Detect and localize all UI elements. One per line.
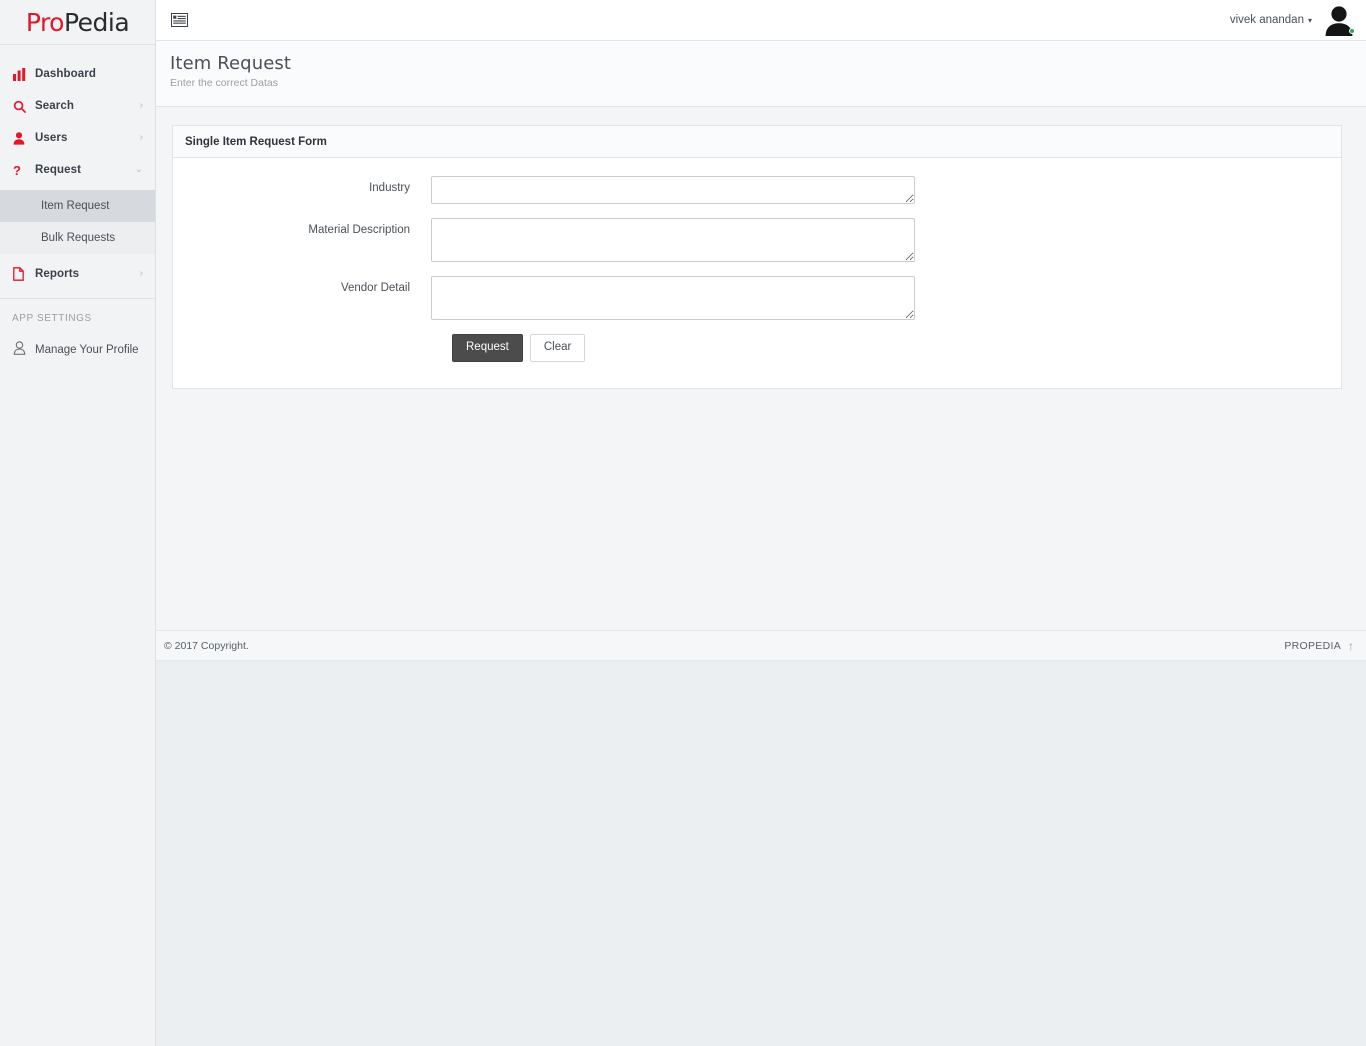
search-icon: [13, 100, 35, 113]
sidebar-item-users[interactable]: Users ›: [0, 122, 155, 154]
sidebar-item-reports[interactable]: Reports ›: [0, 258, 155, 290]
avatar[interactable]: [1322, 3, 1356, 37]
sidebar-nav: Dashboard Search › Users › ? Request ⌄ I…: [0, 45, 155, 366]
clear-button[interactable]: Clear: [529, 334, 586, 362]
bar-chart-icon: [13, 67, 35, 81]
sidebar-item-search[interactable]: Search ›: [0, 90, 155, 122]
app-logo[interactable]: ProPedia: [0, 0, 155, 45]
vendor-detail-field-wrap: [431, 276, 915, 320]
form-row-vendor-detail: Vendor Detail: [173, 276, 1341, 320]
logo-pro-text: Pro: [25, 7, 65, 37]
sidebar-item-label: Search: [35, 100, 74, 112]
industry-label: Industry: [369, 182, 410, 194]
chevron-right-icon: ›: [139, 132, 143, 143]
sidebar-subitem-label: Item Request: [41, 200, 110, 212]
footer-brand-label: PROPEDIA: [1284, 639, 1341, 652]
sidebar-section-title: APP SETTINGS: [12, 313, 92, 324]
sidebar: ProPedia Dashboard Search › Users › ? Re…: [0, 0, 156, 1046]
person-outline-icon: [13, 340, 35, 360]
chevron-right-icon: ›: [139, 268, 143, 279]
question-mark-icon: ?: [13, 162, 21, 178]
sidebar-item-dashboard[interactable]: Dashboard: [0, 58, 155, 90]
main-content: Single Item Request Form Industry Materi…: [156, 107, 1366, 630]
status-badge: [1349, 28, 1355, 34]
chevron-down-icon: ⌄: [134, 164, 143, 175]
sidebar-item-label: Manage Your Profile: [35, 344, 139, 356]
page-subtitle: Enter the correct Datas: [170, 77, 278, 89]
form-row-material-description: Material Description: [173, 218, 1341, 262]
material-description-field-wrap: [431, 218, 915, 262]
footer-right: PROPEDIA ↑: [1284, 640, 1354, 652]
panel-title: Single Item Request Form: [185, 135, 327, 148]
material-description-input[interactable]: [431, 218, 915, 262]
sidebar-subitem-item-request[interactable]: Item Request: [0, 190, 155, 222]
form-actions: Request Clear: [452, 334, 1341, 362]
vendor-detail-input[interactable]: [431, 276, 915, 320]
logo-pedia-text: Pedia: [63, 7, 130, 37]
document-icon: [13, 267, 35, 281]
chevron-right-icon: ›: [139, 100, 143, 111]
page-header: Item Request Enter the correct Datas: [156, 41, 1366, 107]
form-row-industry: Industry: [173, 176, 1341, 204]
material-description-label: Material Description: [308, 224, 410, 236]
panel-body: Industry Material Description Vendor Det…: [173, 158, 1341, 388]
industry-input[interactable]: [431, 176, 915, 204]
sidebar-item-manage-profile[interactable]: Manage Your Profile: [0, 334, 155, 366]
user-name-label[interactable]: vivek anandan: [1230, 14, 1304, 26]
sidebar-item-label: Request: [35, 164, 82, 176]
vendor-detail-label: Vendor Detail: [340, 282, 410, 294]
sidebar-subitem-label: Bulk Requests: [41, 232, 116, 244]
panel-header: Single Item Request Form: [173, 126, 1341, 158]
topbar-user-menu[interactable]: vivek anandan ▾: [1230, 0, 1366, 41]
request-button[interactable]: Request: [452, 334, 523, 362]
user-icon: [13, 131, 35, 145]
sidebar-subitem-bulk-requests[interactable]: Bulk Requests: [0, 222, 155, 254]
app-root: ProPedia Dashboard Search › Users › ? Re…: [0, 0, 1366, 1046]
arrow-up-icon[interactable]: ↑: [1348, 640, 1354, 652]
footer: © 2017 Copyright. PROPEDIA ↑: [156, 630, 1366, 660]
sidebar-item-request[interactable]: ? Request ⌄: [0, 154, 155, 186]
logo-text: ProPedia: [25, 7, 130, 37]
sidebar-item-label: Users: [35, 132, 68, 144]
topbar: vivek anandan ▾: [156, 0, 1366, 41]
chevron-down-icon: ▾: [1307, 15, 1312, 25]
page-title: Item Request: [170, 53, 292, 74]
single-item-request-panel: Single Item Request Form Industry Materi…: [172, 125, 1342, 389]
sidebar-item-label: Dashboard: [35, 68, 96, 80]
page-background-area: [156, 660, 1366, 1046]
sidebar-item-label: Reports: [35, 268, 80, 280]
footer-copyright: © 2017 Copyright.: [164, 639, 249, 652]
hamburger-icon[interactable]: [168, 10, 190, 30]
industry-field-wrap: [431, 176, 915, 204]
